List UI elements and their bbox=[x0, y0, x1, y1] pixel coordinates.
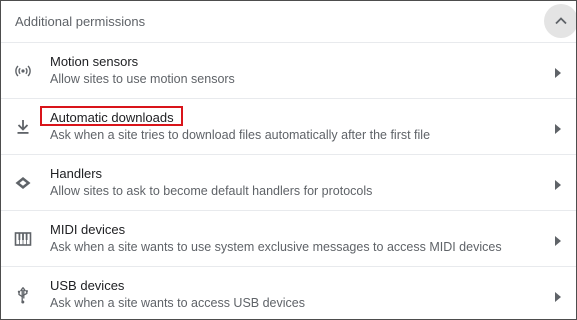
chevron-up-icon bbox=[555, 17, 567, 25]
permission-row-automatic-downloads[interactable]: Automatic downloads Ask when a site trie… bbox=[1, 98, 576, 155]
permission-row-midi-devices[interactable]: MIDI devices Ask when a site wants to us… bbox=[1, 210, 576, 267]
permission-description: Allow sites to use motion sensors bbox=[50, 72, 235, 86]
permission-row-usb-devices[interactable]: USB devices Ask when a site wants to acc… bbox=[1, 266, 576, 319]
permission-description: Ask when a site wants to access USB devi… bbox=[50, 296, 305, 310]
permission-title: USB devices bbox=[50, 278, 125, 293]
permission-title: Automatic downloads bbox=[50, 110, 174, 125]
permission-title: Motion sensors bbox=[50, 54, 139, 69]
arrow-right-icon bbox=[554, 65, 564, 78]
midi-icon bbox=[13, 229, 33, 249]
permission-title: Handlers bbox=[50, 166, 103, 181]
usb-icon bbox=[13, 285, 33, 305]
motion-sensors-icon bbox=[13, 61, 33, 81]
additional-permissions-panel: Additional permissions Motion sensors Al… bbox=[0, 0, 577, 320]
permission-description: Allow sites to ask to become default han… bbox=[50, 184, 373, 198]
arrow-right-icon bbox=[554, 289, 564, 302]
arrow-right-icon bbox=[554, 233, 564, 246]
section-title: Additional permissions bbox=[15, 14, 146, 29]
section-header[interactable]: Additional permissions bbox=[1, 1, 576, 42]
download-icon bbox=[13, 117, 33, 137]
permission-title: MIDI devices bbox=[50, 222, 126, 237]
permission-description: Ask when a site tries to download files … bbox=[50, 128, 431, 142]
permission-row-motion-sensors[interactable]: Motion sensors Allow sites to use motion… bbox=[1, 42, 576, 99]
handlers-icon bbox=[13, 173, 33, 193]
arrow-right-icon bbox=[554, 177, 564, 190]
permission-description: Ask when a site wants to use system excl… bbox=[50, 240, 502, 254]
collapse-button[interactable] bbox=[544, 4, 576, 38]
arrow-right-icon bbox=[554, 121, 564, 134]
permission-row-handlers[interactable]: Handlers Allow sites to ask to become de… bbox=[1, 154, 576, 211]
